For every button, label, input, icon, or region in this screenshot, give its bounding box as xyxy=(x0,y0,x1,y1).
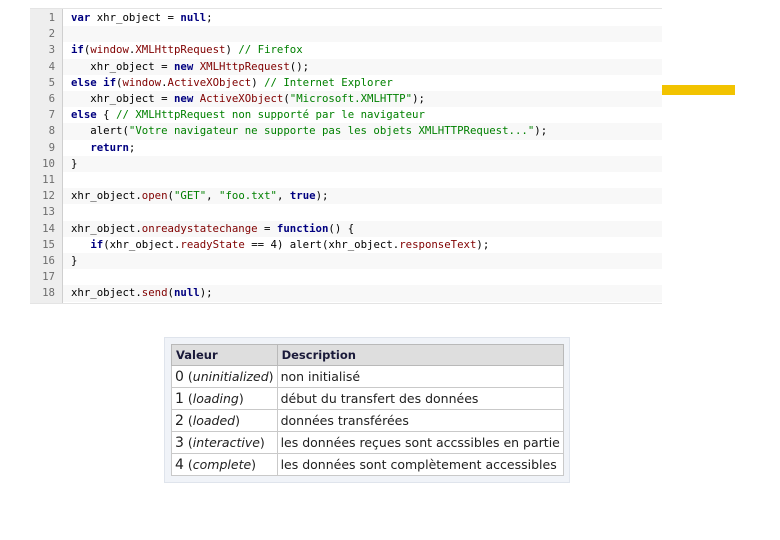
state-value-cell: 2 (loaded) xyxy=(171,409,278,432)
state-name: interactive xyxy=(192,434,260,450)
code-line: 5 else if(window.ActiveXObject) // Intern… xyxy=(30,75,662,91)
ready-state-table: Valeur Description 0 (uninitialized) non… xyxy=(171,344,564,476)
line-number: 17 xyxy=(42,270,55,284)
line-number: 8 xyxy=(48,124,55,138)
header-valeur: Valeur xyxy=(171,344,278,366)
line-number: 5 xyxy=(48,75,55,89)
line-number: 10 xyxy=(42,156,55,170)
state-description: données transférées xyxy=(276,409,564,432)
state-number: 1 xyxy=(175,390,184,407)
ready-state-table-frame: Valeur Description 0 (uninitialized) non… xyxy=(164,337,570,483)
line-number: 11 xyxy=(42,173,55,186)
code-line: 16} xyxy=(30,253,662,270)
code-text: xhr_object.onreadystatechange = function… xyxy=(71,221,355,235)
code-line: 13 xyxy=(30,204,662,220)
line-number: 1 xyxy=(48,11,55,24)
state-name: complete xyxy=(192,456,252,472)
table-row: 3 (interactive) les données reçues sont … xyxy=(171,431,564,454)
code-text: } xyxy=(71,254,78,267)
state-number: 3 xyxy=(175,434,184,451)
state-value-cell: 0 (uninitialized) xyxy=(171,365,278,388)
code-line: 12 xhr_object.open("GET", "foo.txt", true… xyxy=(30,188,662,205)
code-line: 8 alert("Votre navigateur ne supporte pa… xyxy=(30,123,662,140)
code-line: 2 xyxy=(30,26,662,43)
code-text: xhr_object = new XMLHttpRequest(); xyxy=(71,59,310,73)
line-number: 7 xyxy=(48,108,55,122)
accent-bar xyxy=(662,85,735,95)
line-number: 4 xyxy=(48,59,55,73)
table-header-row: Valeur Description xyxy=(171,344,564,366)
line-number: 3 xyxy=(48,43,55,57)
code-line: 9 return; xyxy=(30,140,662,156)
code-line: 15 if(xhr_object.readyState == 4) alert(… xyxy=(30,237,662,253)
state-name: loaded xyxy=(192,412,236,428)
state-name: uninitialized xyxy=(192,368,269,384)
state-number: 2 xyxy=(175,412,184,429)
header-description: Description xyxy=(276,344,564,366)
state-name: loading xyxy=(192,390,239,406)
table-row: 0 (uninitialized) non initialisé xyxy=(171,365,564,388)
code-text: xhr_object.send(null); xyxy=(71,286,213,300)
table-row: 4 (complete) les données sont complèteme… xyxy=(171,453,564,476)
line-number: 16 xyxy=(42,254,55,267)
code-line: 4 xhr_object = new XMLHttpRequest(); xyxy=(30,58,662,75)
code-text: else if(window.ActiveXObject) // Interne… xyxy=(71,75,393,89)
line-number: 9 xyxy=(48,140,55,154)
state-description: les données sont complètement accessible… xyxy=(276,453,564,476)
code-line: 3 if(window.XMLHttpRequest) // Firefox xyxy=(30,42,662,58)
state-value-cell: 1 (loading) xyxy=(171,387,278,410)
code-listing: 1 var xhr_object = null; 2 3 if(window.XMLHt… xyxy=(30,8,662,304)
line-number: 15 xyxy=(42,237,55,251)
code-text: } xyxy=(71,156,78,170)
code-text: if(window.XMLHttpRequest) // Firefox xyxy=(71,43,303,57)
state-value-cell: 4 (complete) xyxy=(171,453,278,476)
code-text: xhr_object = new ActiveXObject("Microsof… xyxy=(71,92,425,105)
code-text: alert("Votre navigateur ne supporte pas … xyxy=(71,124,548,138)
code-line: 6 xhr_object = new ActiveXObject("Micros… xyxy=(30,91,662,108)
line-number: 18 xyxy=(42,286,55,300)
code-line: 1 var xhr_object = null; xyxy=(30,10,662,26)
code-text: var xhr_object = null; xyxy=(71,11,213,24)
state-description: début du transfert des données xyxy=(276,387,564,410)
code-line: 7 else { // XMLHttpRequest non supporté p… xyxy=(30,107,662,123)
table-row: 2 (loaded) données transférées xyxy=(171,409,564,432)
line-number: 12 xyxy=(42,189,55,203)
code-text: else { // XMLHttpRequest non supporté pa… xyxy=(71,108,425,122)
code-line: 17 xyxy=(30,269,662,285)
state-number: 4 xyxy=(175,456,184,473)
code-line: 11 xyxy=(30,172,662,188)
state-description: les données reçues sont accssibles en pa… xyxy=(276,431,564,454)
state-description: non initialisé xyxy=(276,365,564,388)
code-line: 10} xyxy=(30,155,662,172)
line-number: 2 xyxy=(48,27,55,41)
line-number: 14 xyxy=(42,221,55,235)
state-value-cell: 3 (interactive) xyxy=(171,431,278,454)
line-number: 6 xyxy=(48,92,55,105)
line-number: 13 xyxy=(42,205,55,219)
code-text: xhr_object.open("GET", "foo.txt", true); xyxy=(71,189,329,203)
state-number: 0 xyxy=(175,368,184,385)
code-line: 18 xhr_object.send(null); xyxy=(30,285,662,302)
code-line: 14 xhr_object.onreadystatechange = functi… xyxy=(30,220,662,237)
code-text: if(xhr_object.readyState == 4) alert(xhr… xyxy=(90,237,490,251)
code-text: return; xyxy=(90,140,136,154)
table-row: 1 (loading) début du transfert des donné… xyxy=(171,387,564,410)
